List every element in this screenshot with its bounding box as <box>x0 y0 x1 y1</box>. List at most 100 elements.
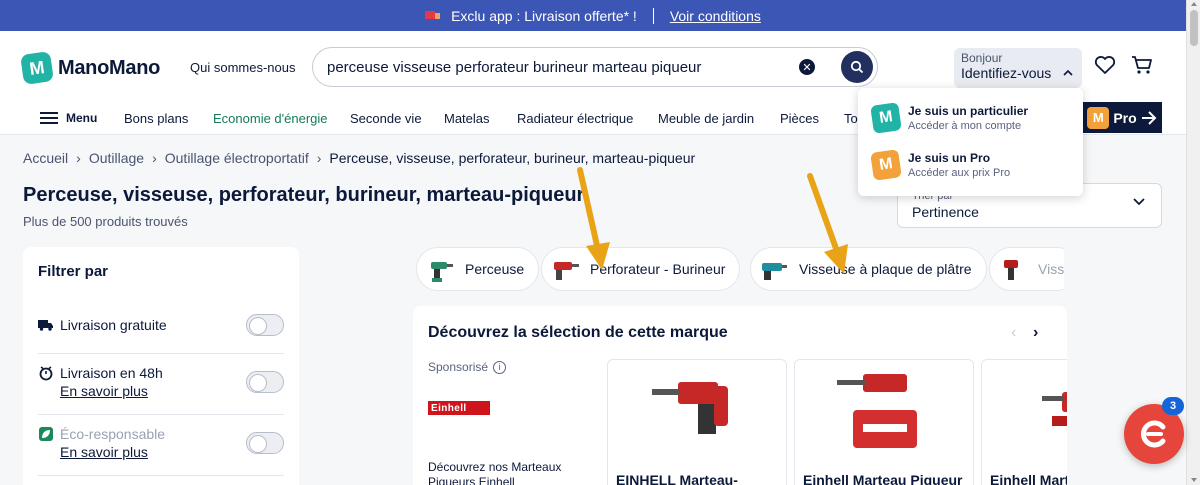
nav-item-meuble-jardin[interactable]: Meuble de jardin <box>658 111 754 126</box>
product-count: Plus de 500 produits trouvés <box>23 214 188 229</box>
search-input[interactable] <box>327 58 797 76</box>
chevron-up-icon <box>1063 70 1073 76</box>
promo-bar: Exclu app : Livraison offerte* ! Voir co… <box>0 0 1186 31</box>
scrollbar-thumb[interactable] <box>1190 10 1198 46</box>
filter-panel: Filtrer par Livraison gratuite Livraison… <box>23 247 299 485</box>
breadcrumb-home[interactable]: Accueil <box>23 150 68 166</box>
delivery-48h-toggle[interactable] <box>246 371 284 393</box>
breadcrumb-electroportatif[interactable]: Outillage électroportatif <box>165 150 309 166</box>
promo-text: Exclu app : Livraison offerte* ! <box>451 7 637 24</box>
nav-item-truncated[interactable]: To <box>844 111 858 126</box>
promo-separator <box>652 7 654 24</box>
pro-logo-badge: M <box>1087 106 1110 129</box>
dropdown-item-subtitle: Accéder à mon compte <box>908 120 1022 132</box>
product-name: Einhell Marteau Piqueur <box>803 472 963 485</box>
dropdown-item-title: Je suis un particulier <box>908 104 1029 118</box>
scroll-down-icon[interactable] <box>1191 478 1197 482</box>
heart-icon <box>1094 56 1116 74</box>
hammer-drill-icon <box>554 262 579 280</box>
nav-item-pieces[interactable]: Pièces <box>780 111 819 126</box>
product-name: Einhell Mart <box>990 472 1067 485</box>
chevron-right-icon: › <box>152 150 157 166</box>
logo[interactable]: M ManoMano <box>20 51 161 85</box>
clock-icon <box>39 366 53 381</box>
logo-text: ManoMano <box>58 56 161 79</box>
clear-search-button[interactable]: ✕ <box>799 59 815 75</box>
sponsored-label: Sponsorisé i <box>428 360 507 374</box>
carousel-next-button[interactable]: › <box>1033 324 1038 342</box>
dropdown-item-pro[interactable]: M Je suis un Pro Accéder aux prix Pro <box>870 149 1010 181</box>
breadcrumb-current: Perceuse, visseuse, perforateur, burineu… <box>329 150 696 166</box>
chip-visseuse[interactable]: Viss <box>989 247 1064 291</box>
screwdriver-icon <box>762 263 787 280</box>
truck-icon <box>38 320 53 331</box>
logo-badge: M <box>20 51 54 85</box>
filter-divider <box>38 353 284 354</box>
chevron-right-icon: › <box>76 150 81 166</box>
free-delivery-toggle[interactable] <box>246 314 284 336</box>
who-are-we-link[interactable]: Qui sommes-nous <box>190 60 295 75</box>
search-button[interactable] <box>841 51 873 83</box>
nav-item-seconde-vie[interactable]: Seconde vie <box>350 111 422 126</box>
menu-button[interactable]: Menu <box>40 111 97 125</box>
einhell-logo[interactable]: Einhell <box>428 401 490 415</box>
drill-icon <box>431 262 453 282</box>
filter-divider <box>38 475 284 476</box>
arrow-right-icon <box>1141 110 1157 125</box>
cart-button[interactable] <box>1131 55 1153 80</box>
breadcrumb: Accueil › Outillage › Outillage électrop… <box>23 150 695 166</box>
dropdown-item-title: Je suis un Pro <box>908 151 991 165</box>
promo-conditions-link[interactable]: Voir conditions <box>670 8 761 24</box>
chat-notification-badge: 3 <box>1162 397 1184 415</box>
filter-title: Filtrer par <box>38 263 109 280</box>
chevron-right-icon: › <box>316 150 322 166</box>
scrollbar[interactable] <box>1186 0 1200 485</box>
nav-item-economie-energie[interactable]: Economie d'énergie <box>213 111 328 126</box>
info-icon[interactable]: i <box>493 360 507 374</box>
product-image <box>837 374 917 448</box>
chip-label: Visseuse à plaque de plâtre <box>799 261 972 277</box>
scroll-up-icon[interactable] <box>1191 2 1197 6</box>
product-image <box>652 382 728 434</box>
chip-label: Perceuse <box>465 261 525 277</box>
product-name: EINHELL Marteau- <box>616 472 738 485</box>
chip-visseuse-placo[interactable]: Visseuse à plaque de plâtre <box>750 247 987 291</box>
drill-icon <box>1004 260 1018 280</box>
cart-icon <box>1132 56 1152 74</box>
product-image <box>1042 392 1067 426</box>
hamburger-icon <box>40 112 58 124</box>
chat-logo-icon <box>1141 420 1166 448</box>
sort-value: Pertinence <box>912 204 979 220</box>
product-card[interactable]: EINHELL Marteau- <box>607 359 787 485</box>
product-card[interactable]: Einhell Marteau Piqueur <box>794 359 974 485</box>
chip-perforateur[interactable]: Perforateur - Burineur <box>541 247 741 291</box>
filter-label: Livraison en 48h <box>60 365 163 381</box>
search-icon <box>850 60 864 74</box>
dropdown-item-text: Je suis un Pro Accéder aux prix Pro <box>908 151 1010 179</box>
brand-description[interactable]: Découvrez nos Marteaux Piqueurs Einhell <box>428 460 578 485</box>
dropdown-item-text: Je suis un particulier Accéder à mon com… <box>908 104 1028 132</box>
product-card[interactable]: Einhell Mart <box>981 359 1067 485</box>
nav-item-bons-plans[interactable]: Bons plans <box>124 111 188 126</box>
breadcrumb-outillage[interactable]: Outillage <box>89 150 144 166</box>
chevron-down-icon <box>1133 198 1145 206</box>
filter-label: Éco-responsable <box>60 426 166 442</box>
pro-banner[interactable]: M Pro <box>1082 102 1162 133</box>
pro-label: Pro <box>1113 109 1137 126</box>
chip-perceuse[interactable]: Perceuse <box>416 247 540 291</box>
truck-icon <box>425 10 441 21</box>
dropdown-item-particulier[interactable]: M Je suis un particulier Accéder à mon c… <box>870 102 1028 134</box>
wishlist-button[interactable] <box>1094 55 1116 80</box>
nav-item-radiateur[interactable]: Radiateur électrique <box>517 111 633 126</box>
eco-toggle[interactable] <box>246 432 284 454</box>
filter-divider <box>38 414 284 415</box>
sponsored-text: Sponsorisé <box>428 360 489 374</box>
nav-item-matelas[interactable]: Matelas <box>444 111 490 126</box>
dropdown-item-subtitle: Accéder aux prix Pro <box>908 167 1011 179</box>
carousel-prev-button[interactable]: ‹ <box>1011 324 1016 342</box>
account-dropdown: M Je suis un particulier Accéder à mon c… <box>858 88 1083 196</box>
chip-label: Viss <box>1038 261 1064 277</box>
account-button[interactable]: Bonjour Identifiez-vous <box>954 48 1082 88</box>
brand-heading: Découvrez la sélection de cette marque <box>428 324 728 341</box>
account-ident-row: Identifiez-vous <box>961 65 1075 81</box>
